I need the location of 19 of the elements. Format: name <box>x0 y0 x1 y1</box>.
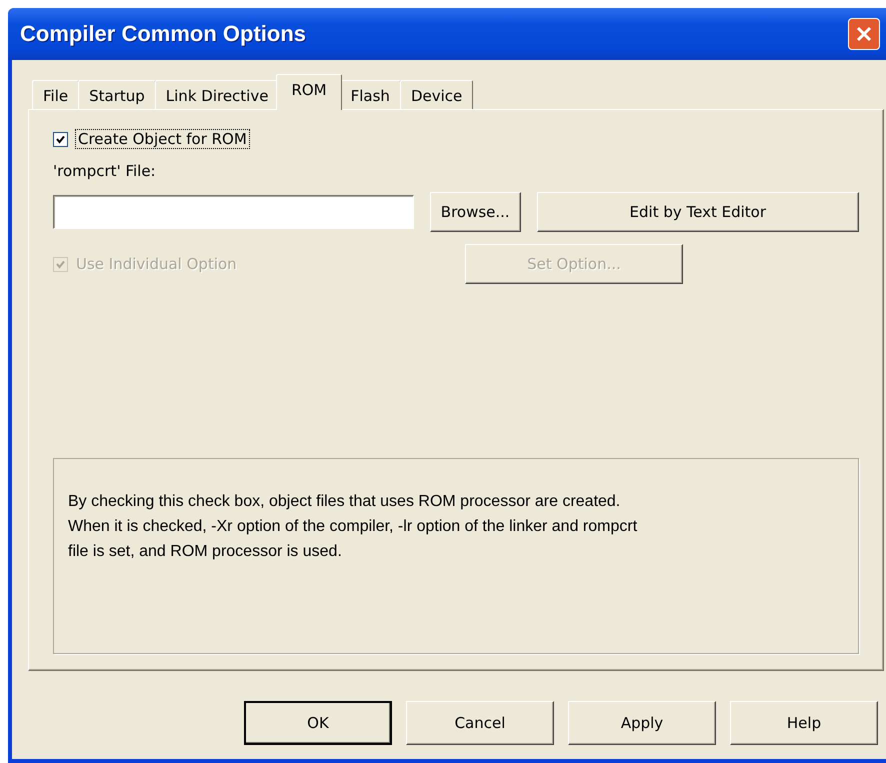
description-text: By checking this check box, object files that uses ROM processor are created. When it is checked, -Xr option of the compiler, -lr option of the linker and rompcrt file is set, and ROM processor is used. <box>68 492 638 562</box>
dialog-button[interactable]: Help <box>730 701 878 745</box>
input-field[interactable] <box>53 195 414 229</box>
window-title: Compiler Common Options <box>20 21 306 47</box>
tab[interactable]: Startup <box>78 80 156 110</box>
tab[interactable]: File <box>32 80 80 110</box>
close-icon[interactable] <box>848 18 880 50</box>
browse-button[interactable]: Browse... <box>430 192 521 232</box>
dialog-button[interactable]: Apply <box>568 701 716 745</box>
field-label: 'rompcrt' File: <box>53 162 156 180</box>
dialog-button[interactable]: OK <box>244 701 392 745</box>
checkbox[interactable] <box>53 132 68 146</box>
checkmark-icon <box>56 134 65 144</box>
tab[interactable]: ROM <box>276 74 342 110</box>
dialog-button[interactable]: Cancel <box>406 701 554 745</box>
tab[interactable]: Device <box>400 80 474 110</box>
checkbox-label[interactable]: Create Object for ROM <box>76 130 249 148</box>
checkmark-icon <box>56 260 65 268</box>
edit-button[interactable]: Edit by Text Editor <box>536 192 859 232</box>
